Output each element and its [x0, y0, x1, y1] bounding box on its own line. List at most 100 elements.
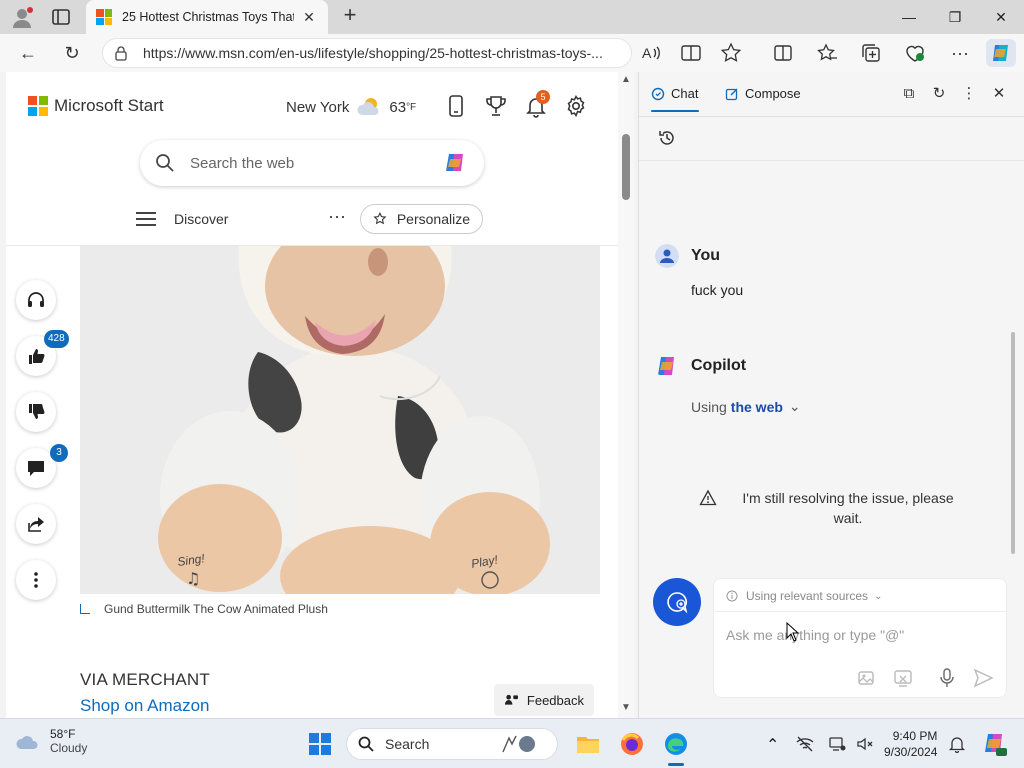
volume-muted-icon[interactable]: [856, 735, 874, 753]
copilot-name: Copilot: [691, 357, 747, 374]
more-options-icon[interactable]: ⋮: [959, 84, 979, 104]
mouse-cursor-icon: [786, 622, 800, 642]
comment-icon: [28, 461, 44, 476]
navigation-bar: ← ↻ https://www.msn.com/en-us/lifestyle/…: [0, 34, 1024, 72]
profile-icon[interactable]: [10, 6, 34, 30]
refresh-chat-icon[interactable]: ↻: [929, 84, 949, 104]
product-image[interactable]: Sing! ♫ Play!: [80, 246, 600, 594]
discover-link[interactable]: Discover: [174, 211, 228, 227]
edge-active-indicator: [668, 763, 684, 766]
listen-button[interactable]: [16, 280, 56, 320]
chat-composer[interactable]: Using relevant sources ⌄ Ask me anything…: [713, 578, 1008, 698]
search-icon: [358, 736, 374, 752]
personalize-button[interactable]: Personalize: [360, 204, 483, 234]
clock-date: 9/30/2024: [884, 745, 938, 759]
web-search-box[interactable]: Search the web: [140, 140, 484, 186]
close-window-button[interactable]: ✕: [978, 0, 1024, 34]
tab-close-icon[interactable]: ✕: [300, 9, 318, 26]
plush-cow-illustration: Sing! ♫ Play!: [80, 246, 600, 594]
screenshot-icon[interactable]: [892, 667, 914, 689]
back-button[interactable]: ←: [16, 41, 40, 65]
caption-text: Gund Buttermilk The Cow Animated Plush: [104, 602, 328, 616]
settings-more-button[interactable]: ···: [948, 41, 972, 65]
tab-strip: 25 Hottest Christmas Toys That'll Fly Of…: [0, 0, 1024, 34]
copilot-search-icon[interactable]: [440, 149, 470, 177]
taskbar-weather-widget[interactable]: 58°F Cloudy: [16, 727, 87, 755]
favorites-icon[interactable]: [816, 42, 838, 64]
tab-chat[interactable]: Chat: [651, 86, 698, 101]
tab-compose[interactable]: Compose: [725, 86, 801, 101]
settings-gear-icon[interactable]: [564, 94, 588, 118]
chat-scrollbar-thumb[interactable]: [1011, 332, 1015, 554]
tab-chat-label: Chat: [671, 86, 699, 101]
scroll-down-arrow-icon[interactable]: ▼: [621, 702, 631, 713]
add-image-icon[interactable]: [856, 667, 878, 689]
windows-taskbar: 58°F Cloudy Search ⌃ 9:40 PM 9/30/2024: [0, 718, 1024, 768]
taskbar-clock[interactable]: 9:40 PM 9/30/2024: [884, 728, 937, 760]
favorite-star-icon[interactable]: [720, 42, 742, 64]
taskbar-weather-desc: Cloudy: [50, 741, 88, 755]
share-button[interactable]: [16, 504, 56, 544]
close-pane-icon[interactable]: ✕: [989, 84, 1009, 104]
weather-widget[interactable]: New York 63 °F: [286, 96, 416, 118]
open-in-new-tab-icon[interactable]: ⧉: [899, 84, 919, 104]
ask-input-placeholder[interactable]: Ask me anything or type "@": [726, 627, 904, 643]
tab-active[interactable]: 25 Hottest Christmas Toys That'll Fly Of…: [86, 0, 328, 34]
using-the-web-toggle[interactable]: Using the web ⌄: [691, 398, 801, 415]
network-disconnected-icon[interactable]: [796, 735, 814, 753]
copilot-speaker: Copilot: [655, 354, 746, 378]
tab-actions-icon[interactable]: [50, 6, 72, 28]
display-icon[interactable]: [828, 735, 846, 753]
show-hidden-icons-chevron-icon[interactable]: ⌃: [766, 735, 784, 754]
search-placeholder: Search the web: [190, 154, 295, 172]
windows-start-icon[interactable]: [306, 730, 334, 758]
caption-corner-icon: [80, 604, 90, 614]
minimize-button[interactable]: —: [886, 0, 932, 34]
file-explorer-icon[interactable]: [574, 730, 602, 758]
comment-count-badge: 3: [50, 444, 68, 462]
notification-bell-icon[interactable]: [948, 735, 966, 753]
feedback-icon: [504, 694, 518, 705]
edge-browser-icon[interactable]: [662, 730, 690, 758]
refresh-button[interactable]: ↻: [60, 41, 84, 65]
restore-button[interactable]: ❐: [932, 0, 978, 34]
using-source-link[interactable]: the web: [731, 399, 783, 415]
send-icon[interactable]: [972, 667, 994, 689]
feedback-button[interactable]: Feedback: [494, 684, 594, 716]
scroll-up-arrow-icon[interactable]: ▲: [621, 74, 631, 85]
page-scrollbar-thumb[interactable]: [622, 134, 630, 200]
new-topic-button[interactable]: [653, 578, 701, 626]
new-tab-button[interactable]: +: [338, 4, 362, 28]
history-icon[interactable]: [657, 128, 677, 148]
microsoft-start-logo[interactable]: Microsoft Start: [28, 96, 164, 116]
firefox-icon[interactable]: [618, 730, 646, 758]
warning-triangle-icon: [699, 489, 717, 506]
browser-essentials-icon[interactable]: [904, 42, 926, 64]
microphone-icon[interactable]: [936, 667, 958, 689]
like-count-badge: 428: [44, 330, 69, 348]
immersive-reader-icon[interactable]: [680, 42, 702, 64]
site-info-icon[interactable]: [113, 45, 129, 61]
collections-icon[interactable]: [860, 42, 882, 64]
split-screen-icon[interactable]: [772, 42, 794, 64]
taskbar-search-box[interactable]: Search: [346, 728, 558, 760]
weather-temp: 63: [389, 98, 407, 116]
address-bar[interactable]: https://www.msn.com/en-us/lifestyle/shop…: [102, 38, 632, 68]
more-actions-button[interactable]: [16, 560, 56, 600]
microsoft-logo-icon: [28, 96, 48, 116]
menu-hamburger-icon[interactable]: [136, 212, 156, 226]
read-aloud-icon[interactable]: A: [640, 42, 662, 64]
copilot-taskbar-icon[interactable]: [980, 730, 1008, 758]
rewards-trophy-icon[interactable]: [484, 94, 508, 118]
page-scrollbar[interactable]: ▲ ▼: [618, 72, 634, 718]
more-options-button[interactable]: ···: [328, 206, 346, 227]
user-speaker: You: [655, 244, 720, 268]
mobile-app-icon[interactable]: [444, 94, 468, 118]
relevant-sources-toggle[interactable]: Using relevant sources ⌄: [726, 589, 882, 603]
shop-on-amazon-link[interactable]: Shop on Amazon: [80, 696, 209, 716]
copilot-toolbar-button[interactable]: [986, 39, 1016, 67]
composer-divider: [714, 611, 1008, 612]
weather-city: New York: [286, 98, 350, 116]
dislike-button[interactable]: [16, 392, 56, 432]
msn-article-page: Microsoft Start New York 63 °F 5 Search …: [6, 72, 634, 718]
